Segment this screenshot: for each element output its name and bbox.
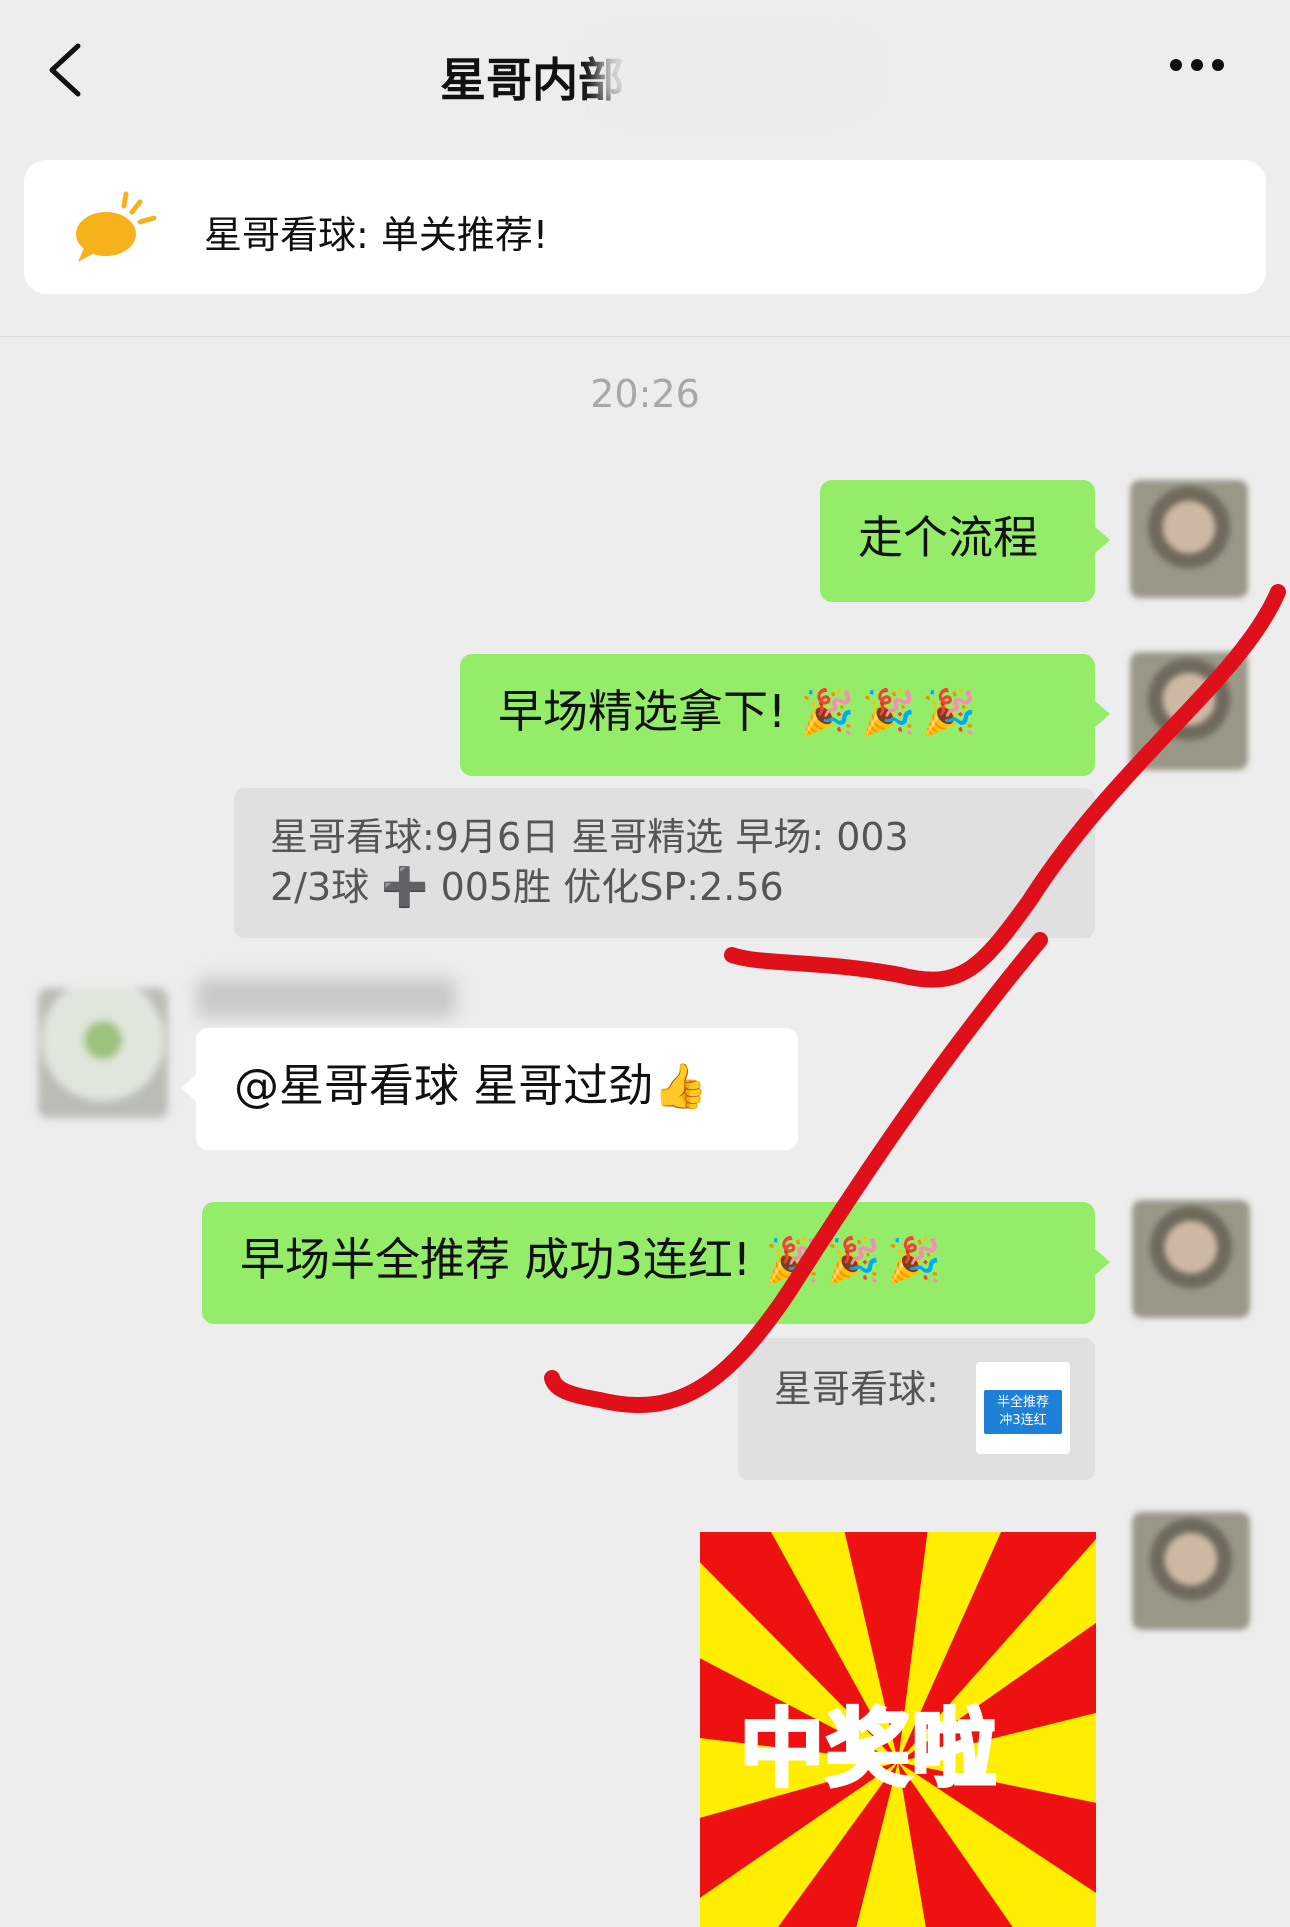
thumbnail-label: 半全推荐 冲3连红 xyxy=(984,1390,1062,1434)
avatar[interactable] xyxy=(38,988,168,1118)
notice-text: 星哥看球: 单关推荐! xyxy=(204,213,549,257)
avatar[interactable] xyxy=(1132,1512,1250,1630)
message-text: 早场半全推荐 成功3连红! xyxy=(240,1233,751,1286)
party-popper-emoji: 🎉🎉🎉 xyxy=(800,687,983,738)
bubble-tail xyxy=(1094,1248,1110,1276)
message-bubble[interactable]: @星哥看球 星哥过劲👍 xyxy=(196,1028,798,1150)
sender-name-redacted xyxy=(196,978,456,1018)
thumbnail-line: 半全推荐 xyxy=(996,1395,1049,1410)
chevron-left-icon[interactable] xyxy=(40,40,90,100)
message-bubble[interactable]: 早场半全推荐 成功3连红! 🎉🎉🎉 xyxy=(202,1202,1095,1324)
more-dots-icon[interactable] xyxy=(1170,56,1240,86)
quoted-image-thumbnail[interactable]: 半全推荐 冲3连红 xyxy=(976,1362,1070,1454)
quote-line: 星哥看球:9月6日 星哥精选 早场: 003 xyxy=(270,815,909,859)
thumbnail-line: 冲3连红 xyxy=(999,1413,1047,1428)
avatar[interactable] xyxy=(1130,480,1248,598)
announcement-bubble-icon xyxy=(76,191,157,262)
message-text: 走个流程 xyxy=(858,511,1039,564)
divider xyxy=(0,336,1290,337)
message-timestamp: 20:26 xyxy=(590,372,700,416)
chat-header: 星哥内部 xyxy=(0,0,1290,150)
group-notice-banner[interactable]: 星哥看球: 单关推荐! xyxy=(24,160,1266,294)
title-redaction xyxy=(600,42,860,104)
thumbs-up-emoji: 👍 xyxy=(653,1061,709,1112)
bubble-tail xyxy=(1094,526,1110,554)
bubble-tail xyxy=(1094,700,1110,728)
quoted-message[interactable]: 星哥看球:9月6日 星哥精选 早场: 003 2/3球 ➕ 005胜 优化SP:… xyxy=(234,788,1095,938)
sticker-image[interactable]: 中奖啦 xyxy=(700,1532,1096,1927)
party-popper-emoji: 🎉🎉🎉 xyxy=(765,1235,948,1286)
message-text: 早场精选拿下! xyxy=(498,685,787,738)
message-bubble[interactable]: 早场精选拿下! 🎉🎉🎉 xyxy=(460,654,1095,776)
message-text: @星哥看球 星哥过劲 xyxy=(234,1059,654,1112)
quote-line: 2/3球 ➕ 005胜 优化SP:2.56 xyxy=(270,865,784,909)
bubble-tail xyxy=(181,1074,197,1102)
message-bubble[interactable]: 走个流程 xyxy=(820,480,1095,602)
sticker-caption: 中奖啦 xyxy=(738,1698,999,1800)
avatar[interactable] xyxy=(1132,1200,1250,1318)
avatar[interactable] xyxy=(1130,652,1248,770)
